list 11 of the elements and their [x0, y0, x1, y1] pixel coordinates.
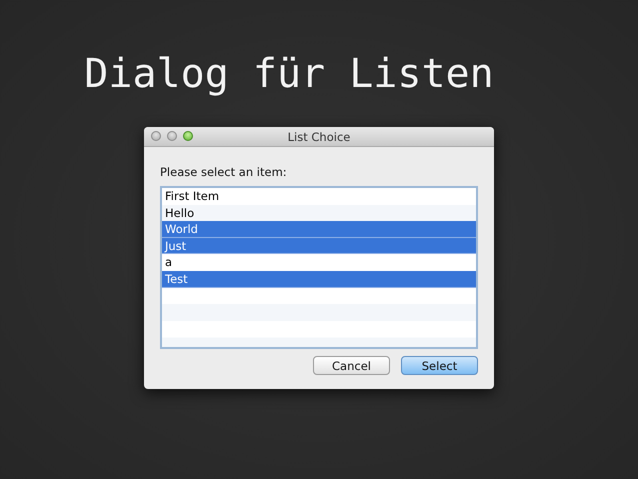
default-button[interactable]: Select [401, 356, 478, 375]
prompt-label: Please select an item: [160, 165, 288, 179]
list-item[interactable]: World [162, 221, 476, 238]
list-item[interactable]: Test [162, 270, 476, 288]
dialog-button[interactable]: Cancel [313, 356, 390, 375]
close-button[interactable] [151, 131, 161, 141]
window-title: List Choice [288, 130, 350, 144]
list-item[interactable]: Just [162, 238, 476, 254]
slide-title: Dialog für Listen [84, 50, 494, 98]
zoom-button[interactable] [183, 131, 193, 141]
minimize-button[interactable] [167, 131, 177, 141]
